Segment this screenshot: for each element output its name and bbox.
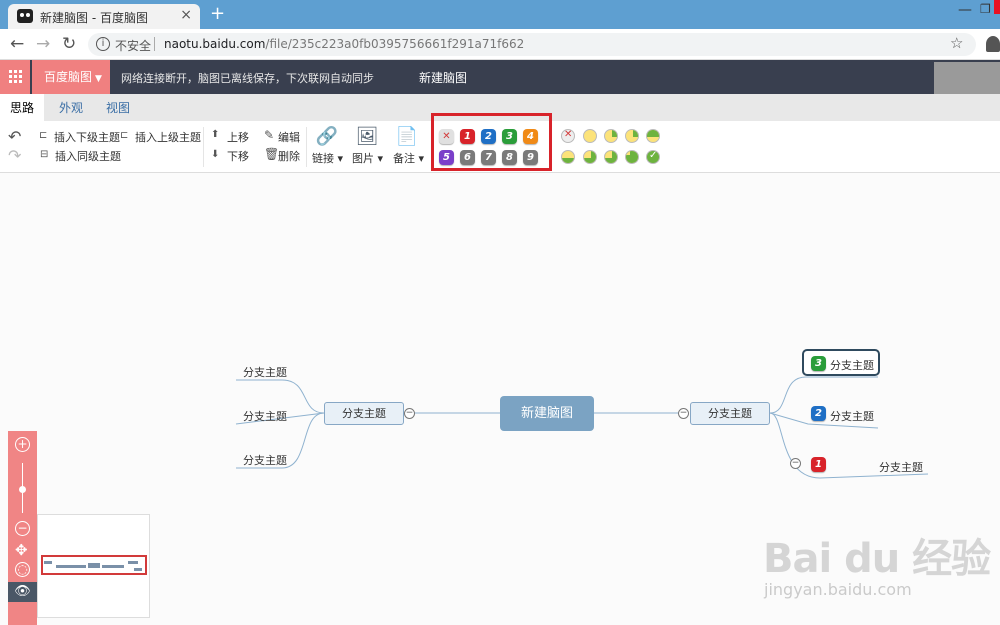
right-child-node[interactable]: 分支主题	[879, 459, 923, 475]
minimap-node	[134, 568, 142, 571]
locate-icon[interactable]: ◌	[15, 562, 30, 577]
move-icon[interactable]: ✥	[15, 541, 28, 559]
zoom-panel: + − ✥ ◌ 👁	[8, 431, 37, 625]
minimap-node	[102, 565, 124, 568]
minimap-node	[56, 565, 86, 568]
baidu-watermark-logo: Bai du 经验	[763, 536, 991, 582]
priority-1-badge: 1	[811, 457, 826, 472]
minimap-node	[128, 561, 138, 564]
zoom-in-icon[interactable]: +	[15, 437, 30, 452]
collapse-left-icon[interactable]: −	[404, 408, 415, 419]
left-child-node[interactable]: 分支主题	[243, 452, 287, 468]
minimap-node	[88, 563, 100, 568]
minimap[interactable]	[37, 514, 150, 618]
right-branch-node[interactable]: 分支主题	[690, 402, 770, 425]
right-child-node[interactable]: 分支主题	[830, 408, 874, 424]
left-branch-node[interactable]: 分支主题	[324, 402, 404, 425]
priority-2-badge: 2	[811, 406, 826, 421]
left-child-node[interactable]: 分支主题	[243, 408, 287, 424]
priority-3-badge: 3	[811, 356, 826, 371]
baidu-watermark-url: jingyan.baidu.com	[764, 580, 912, 599]
collapse-right-icon[interactable]: −	[678, 408, 689, 419]
eye-icon[interactable]: 👁	[8, 582, 37, 602]
collapse-child-icon[interactable]: −	[790, 458, 801, 469]
zoom-slider-knob[interactable]	[19, 486, 26, 493]
right-child-node[interactable]: 分支主题	[830, 357, 874, 373]
left-child-node[interactable]: 分支主题	[243, 364, 287, 380]
minimap-node	[44, 561, 52, 564]
zoom-out-icon[interactable]: −	[15, 521, 30, 536]
root-node[interactable]: 新建脑图	[500, 396, 594, 431]
